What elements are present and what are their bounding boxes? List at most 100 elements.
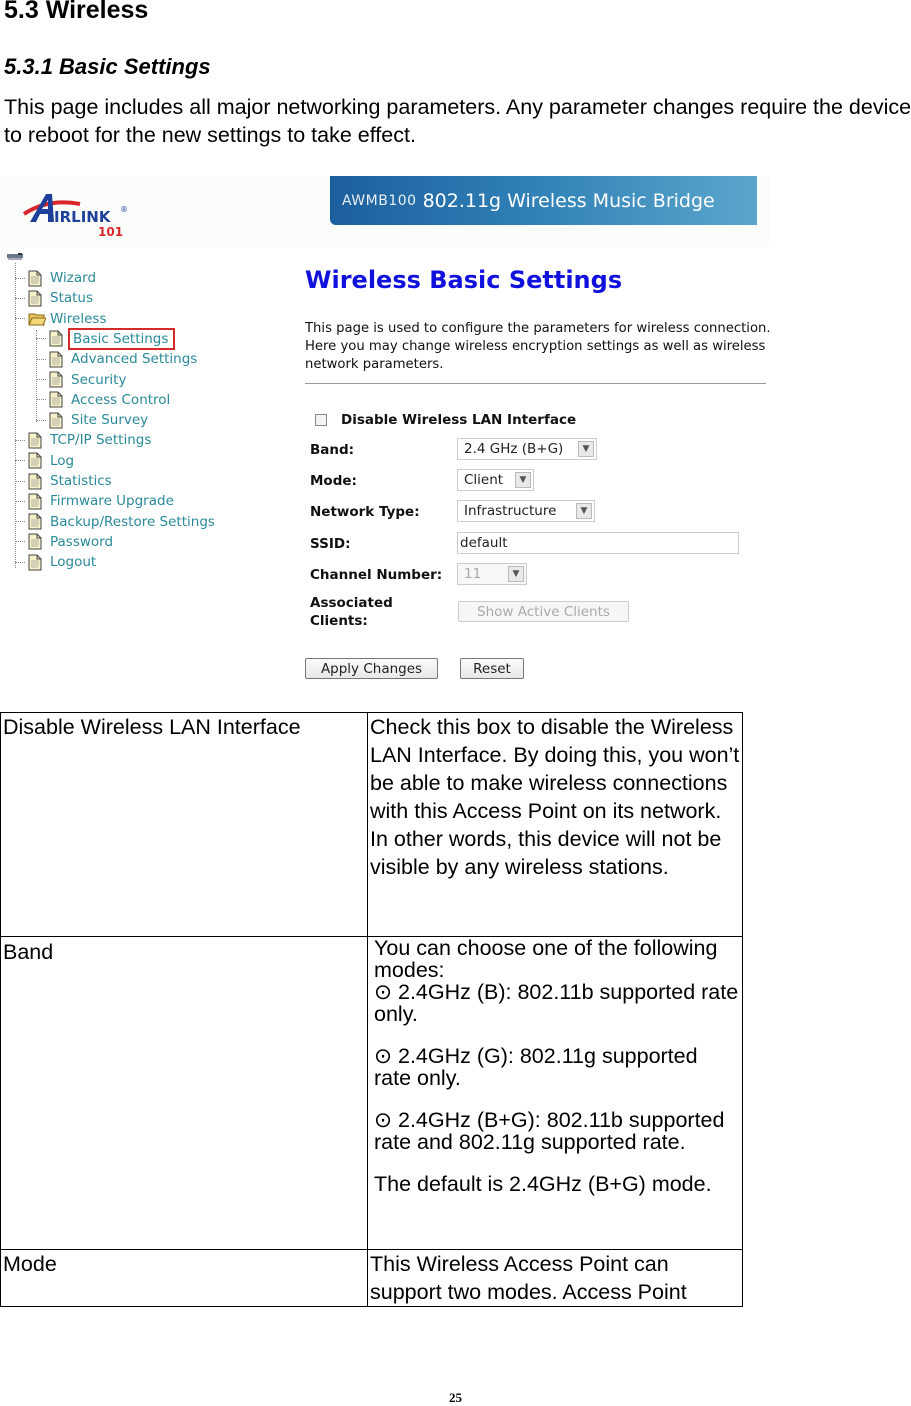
band-option: ⊙ 2.4GHz (B): 802.11b supported rate onl…	[374, 980, 739, 1026]
table-row: Disable Wireless LAN Interface Check thi…	[0, 712, 743, 937]
sidebar-item-site-survey[interactable]: Site Survey	[36, 410, 148, 430]
sidebar-item-label: Status	[50, 290, 94, 307]
tree-connector	[15, 460, 25, 462]
tree-connector	[15, 541, 25, 543]
channel-number-select[interactable]: 11 ▼	[457, 563, 527, 585]
sidebar-item-label: Wizard	[50, 270, 97, 286]
page-description: This page is used to configure the param…	[305, 321, 771, 372]
document-icon	[49, 412, 71, 429]
sidebar-item-label: Password	[50, 533, 114, 550]
logo-sub: 101	[98, 225, 123, 239]
router-header: IRLINK ® 101 AWMB100 802.11g Wireless Mu…	[0, 176, 770, 246]
band-label: Band:	[310, 442, 355, 458]
document-icon	[49, 371, 71, 388]
network-type-label: Network Type:	[310, 504, 420, 520]
product-banner: AWMB100 802.11g Wireless Music Bridge	[330, 176, 757, 225]
document-icon	[49, 330, 71, 347]
sidebar-item-label: TCP/IP Settings	[50, 432, 152, 449]
sidebar-item-password[interactable]: Password	[15, 532, 113, 552]
divider	[305, 383, 766, 384]
sidebar-item-basic-settings[interactable]: Basic Settings	[36, 327, 176, 350]
sidebar-item-backup-restore-settings[interactable]: Backup/Restore Settings	[15, 512, 215, 532]
band-option: ⊙ 2.4GHz (G): 802.11g supported rate onl…	[374, 1044, 698, 1090]
network-type-select[interactable]: Infrastructure ▼	[457, 500, 595, 522]
navigation-tree: Wizard Status Wireless Basic Settings Advanc…	[0, 248, 290, 588]
sidebar-item-label: Site Survey	[71, 412, 149, 429]
band-select[interactable]: 2.4 GHz (B+G) ▼	[457, 438, 597, 460]
sidebar-item-tcp-ip-settings[interactable]: TCP/IP Settings	[15, 430, 151, 450]
sidebar-item-wizard[interactable]: Wizard	[15, 268, 96, 288]
mode-label: Mode:	[310, 473, 357, 489]
page-number: 25	[449, 1390, 462, 1405]
table-row: Band You can choose one of the following…	[0, 936, 743, 1250]
document-icon	[49, 351, 71, 368]
apply-changes-button[interactable]: Apply Changes	[305, 658, 438, 679]
network-type-value: Infrastructure	[464, 503, 557, 519]
tree-connector	[15, 318, 25, 320]
sidebar-item-label: Statistics	[50, 473, 112, 489]
tree-connector	[36, 399, 46, 401]
sidebar-item-label: Log	[50, 452, 75, 469]
sidebar-item-status[interactable]: Status	[15, 288, 93, 308]
disable-wlan-checkbox[interactable]	[315, 414, 327, 426]
chevron-down-icon: ▼	[576, 503, 592, 519]
sidebar-item-access-control[interactable]: Access Control	[36, 390, 170, 410]
row-key: Band	[0, 936, 368, 1250]
show-active-clients-button[interactable]: Show Active Clients	[458, 601, 629, 622]
document-icon	[28, 270, 50, 287]
disable-wlan-row: Disable Wireless LAN Interface	[315, 412, 576, 428]
disable-wlan-label: Disable Wireless LAN Interface	[341, 412, 577, 428]
tree-connector	[15, 521, 25, 523]
row-key: Mode	[0, 1249, 368, 1307]
mode-value: Client	[464, 472, 504, 488]
sidebar-item-logout[interactable]: Logout	[15, 552, 96, 572]
row-value: This Wireless Access Point can support t…	[367, 1249, 743, 1307]
radio-bullet-icon: ⊙	[374, 980, 393, 1004]
sidebar-item-advanced-settings[interactable]: Advanced Settings	[36, 349, 197, 369]
mode-select[interactable]: Client ▼	[457, 469, 534, 491]
document-icon	[28, 533, 50, 550]
tree-connector	[36, 358, 46, 360]
associated-clients-label: Associated Clients:	[310, 594, 393, 630]
tree-connector	[36, 338, 46, 340]
tree-connector	[36, 379, 46, 380]
section-title: 5.3 Wireless	[4, 0, 149, 24]
associated-label-line2: Clients:	[310, 613, 368, 629]
document-icon	[28, 554, 50, 571]
associated-label-line1: Associated	[310, 595, 393, 611]
reset-button[interactable]: Reset	[460, 658, 524, 679]
table-row: Mode This Wireless Access Point can supp…	[0, 1249, 743, 1307]
row-value: You can choose one of the following mode…	[367, 936, 743, 1250]
sidebar-item-label: Logout	[50, 554, 97, 571]
subsection-title: 5.3.1 Basic Settings	[4, 54, 211, 79]
chevron-down-icon: ▼	[515, 472, 531, 488]
banner-model: AWMB100	[342, 192, 417, 209]
sidebar-item-security[interactable]: Security	[36, 370, 126, 390]
document-icon	[28, 290, 50, 307]
row-value: Check this box to disable the Wireless L…	[367, 712, 743, 937]
settings-description-table: Disable Wireless LAN Interface Check thi…	[0, 712, 743, 1307]
sidebar-item-statistics[interactable]: Statistics	[15, 471, 112, 491]
chevron-down-icon: ▼	[578, 441, 594, 457]
router-ui-screenshot: IRLINK ® 101 AWMB100 802.11g Wireless Mu…	[0, 176, 771, 691]
sidebar-item-firmware-upgrade[interactable]: Firmware Upgrade	[15, 491, 174, 511]
document-icon	[28, 493, 50, 510]
sidebar-item-label: Security	[71, 371, 127, 388]
sidebar-item-wireless[interactable]: Wireless	[15, 309, 107, 329]
band-option: ⊙ 2.4GHz (B+G): 802.11b supported rate a…	[374, 1108, 725, 1154]
document-icon	[28, 452, 50, 469]
ssid-label: SSID:	[310, 536, 351, 552]
airlink-logo: IRLINK ® 101	[22, 194, 128, 239]
band-intro: You can choose one of the following mode…	[374, 936, 718, 982]
radio-bullet-icon: ⊙	[374, 1044, 393, 1068]
document-icon	[49, 391, 71, 408]
svg-text:®: ®	[120, 205, 128, 214]
chevron-down-icon: ▼	[508, 566, 524, 582]
sidebar-item-log[interactable]: Log	[15, 451, 74, 471]
sidebar-item-label: Basic Settings	[67, 327, 176, 350]
row-key: Disable Wireless LAN Interface	[0, 712, 368, 937]
band-default-note: The default is 2.4GHz (B+G) mode.	[374, 1172, 712, 1196]
ssid-input[interactable]	[457, 532, 739, 554]
document-icon	[28, 432, 50, 449]
sidebar-item-label: Advanced Settings	[71, 351, 198, 368]
